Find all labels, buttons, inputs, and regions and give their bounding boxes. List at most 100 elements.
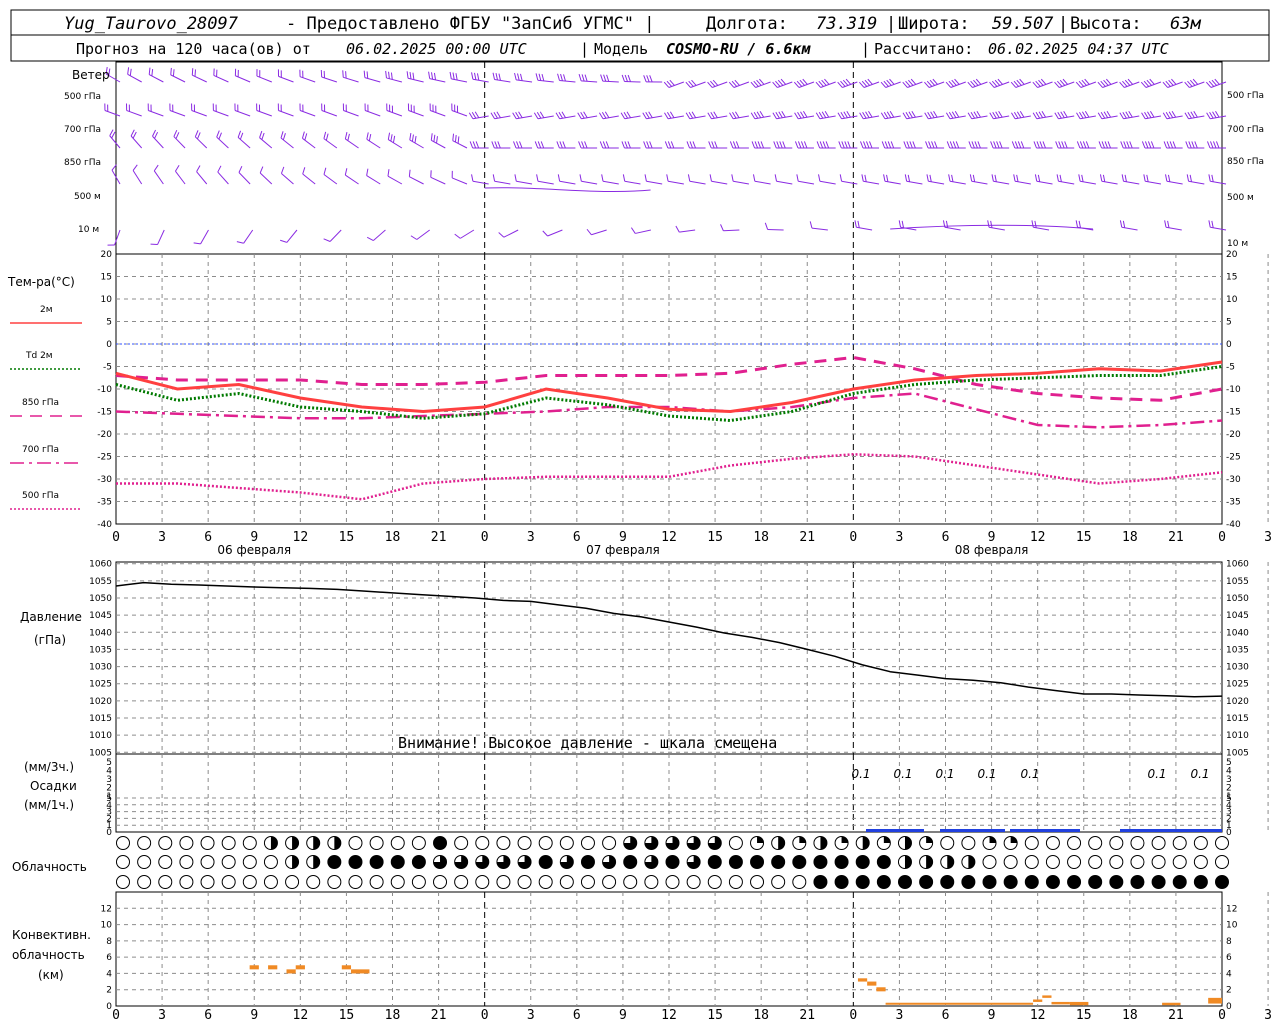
wind-barb-flag xyxy=(1209,112,1214,119)
wind-barb-shaft xyxy=(1166,180,1183,185)
cloud-cell xyxy=(686,875,701,889)
wind-barb-flag xyxy=(621,74,625,82)
wind-barb-flag xyxy=(454,135,457,143)
temp-legend: 2м Td 2м 850 гПа 700 гПа 500 гПа xyxy=(10,305,82,510)
wind-barb-shaft xyxy=(152,135,164,149)
cloud-cell xyxy=(158,836,173,850)
wind-barb-shaft xyxy=(451,110,468,117)
wind-barb-flag xyxy=(581,141,585,149)
wind-barb-shaft xyxy=(1210,226,1227,231)
wind-barb-flag xyxy=(431,72,434,80)
wind-barb-flag xyxy=(905,112,911,119)
wind-barb-flag xyxy=(390,134,393,142)
cloud-fill xyxy=(334,836,341,850)
wind-barb-flag xyxy=(1208,220,1211,228)
conv-tick-right: 6 xyxy=(1226,953,1232,963)
wind-level-500m: 500 м xyxy=(74,192,101,202)
wind-barb-shaft xyxy=(949,180,966,185)
wind-barb-flag xyxy=(533,112,539,120)
wind-barb-flag xyxy=(1119,220,1123,228)
cloud-cell xyxy=(1088,855,1103,869)
wind-barb-flag xyxy=(772,112,777,120)
wind-barb-flag xyxy=(559,141,563,149)
cloud-cell xyxy=(1130,875,1145,889)
cloud-fill xyxy=(904,836,912,850)
cloud-cell xyxy=(1172,836,1187,850)
conv-tick-left: 8 xyxy=(106,937,112,947)
cloud-cell xyxy=(242,836,257,850)
wind-barb-flag xyxy=(945,220,949,228)
wind-barb-flag xyxy=(883,174,886,182)
wind-barb-flag xyxy=(711,141,715,149)
wind-barb-flag xyxy=(1211,174,1214,182)
pressure-series xyxy=(115,581,1223,698)
cloud-cell xyxy=(1067,855,1082,869)
wind-barb-flag xyxy=(666,112,672,119)
wind-title: Ветер xyxy=(72,68,110,82)
hour-tick: 15 xyxy=(707,1008,723,1023)
wind-barb-shaft xyxy=(278,75,294,83)
conv-bar xyxy=(351,969,370,974)
wind-barb-flag xyxy=(868,110,873,118)
wind-barb-shaft xyxy=(321,76,338,83)
wind-barb-flag xyxy=(581,74,585,82)
wind-barb-flag xyxy=(1167,220,1170,228)
wind-barb-flag xyxy=(643,141,647,149)
wind-barb-flag xyxy=(751,141,756,149)
wind-barb-flag xyxy=(752,174,756,182)
wind-barb-flag xyxy=(880,112,886,120)
wind-barb-flag xyxy=(685,112,691,120)
wind-barb-flag xyxy=(1017,141,1022,149)
wind-barb-flag xyxy=(217,165,222,173)
wind-barb-flag xyxy=(193,242,201,245)
wind-barb-shaft xyxy=(104,110,121,117)
wind-barb-flag xyxy=(1206,141,1211,149)
wind-barb-flag xyxy=(1011,112,1016,120)
wind-barb-flag xyxy=(1057,112,1062,119)
precip-label: 0.1 xyxy=(1020,767,1039,781)
cloud-fill xyxy=(862,836,870,850)
wind-barb-flag xyxy=(1141,141,1146,149)
wind-barb-shaft xyxy=(388,139,403,149)
conv-tick-right: 8 xyxy=(1226,937,1232,947)
wind-barb-flag xyxy=(1102,174,1106,182)
wind-barb-flag xyxy=(675,225,680,233)
wind-barb-flag xyxy=(579,174,582,182)
cloud-cell xyxy=(179,836,194,850)
cloud-cell xyxy=(1151,836,1166,850)
wind-barb-flag xyxy=(688,112,694,119)
wind-barb-flag xyxy=(863,141,867,149)
hour-tick: 3 xyxy=(158,530,166,545)
hour-tick: 18 xyxy=(385,1008,401,1023)
wind-barb-flag xyxy=(474,111,480,118)
calc-date: 06.02.2025 04:37 UTC xyxy=(988,40,1169,58)
wind-barb-flag xyxy=(344,168,348,176)
wind-barb-flag xyxy=(649,141,653,149)
wind-barb-flag xyxy=(578,74,582,81)
press-tick-left: 1045 xyxy=(89,611,112,621)
wind-barb-flag xyxy=(841,141,845,149)
hour-tick: 0 xyxy=(1218,530,1226,545)
calc-label: Рассчитано: xyxy=(874,40,973,58)
wind-barb-flag xyxy=(586,228,592,236)
hour-tick: 12 xyxy=(661,1008,677,1023)
cloud-fill xyxy=(841,836,849,843)
wind-barb-flag xyxy=(468,112,474,120)
wind-barb-flag xyxy=(1165,174,1168,182)
wind-barb-shaft xyxy=(811,227,828,231)
hour-tick: 18 xyxy=(753,530,769,545)
wind-barb-flag xyxy=(710,112,715,119)
wind-barb-flag xyxy=(1124,174,1127,182)
wind-barb-flag xyxy=(1076,112,1081,120)
hour-tick: 12 xyxy=(1030,530,1046,545)
wind-barb-shaft xyxy=(776,180,793,185)
wind-barb-flag xyxy=(1101,141,1106,149)
cloud-cell xyxy=(1045,875,1060,889)
wind-barb-flag xyxy=(764,222,769,230)
cloud-cell xyxy=(961,875,976,889)
cloud-cell xyxy=(137,855,152,869)
wind-barb-flag xyxy=(412,72,415,80)
wind-barb-flag xyxy=(605,141,610,149)
wind-barb-shaft xyxy=(537,79,554,83)
wind-barb-flag xyxy=(998,110,1003,118)
